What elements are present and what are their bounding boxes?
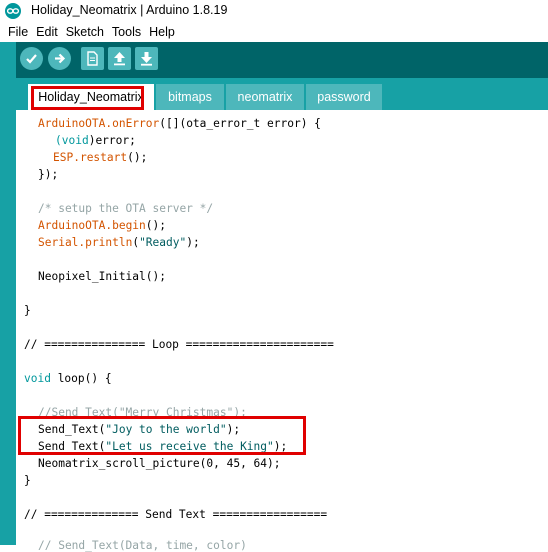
- code-line: // ============== Send Text ============…: [24, 508, 328, 521]
- code-token: println: [85, 236, 133, 249]
- code-token: ArduinoOTA.: [38, 219, 113, 232]
- tab-password[interactable]: password: [306, 84, 382, 110]
- arduino-logo-icon: [5, 3, 21, 19]
- open-sketch-icon: [114, 52, 125, 66]
- tab-label: password: [317, 90, 371, 104]
- code-line: });: [38, 168, 59, 181]
- code-line: // =============== Loop ================…: [24, 338, 334, 351]
- upload-button[interactable]: [48, 47, 71, 70]
- code-editor[interactable]: [16, 110, 548, 545]
- code-token: ();: [145, 219, 166, 232]
- code-token: (: [55, 134, 62, 147]
- code-token: ();: [127, 151, 148, 164]
- code-token: "Joy to the world": [105, 423, 227, 436]
- title-bar: Holiday_Neomatrix | Arduino 1.8.19: [0, 0, 548, 22]
- code-token: );: [186, 236, 200, 249]
- code-line: Neopixel_Initial();: [38, 270, 166, 283]
- menu-file[interactable]: File: [4, 25, 32, 39]
- tab-label: Holiday_Neomatrix: [38, 90, 144, 104]
- verify-icon: [26, 54, 37, 64]
- code-line: Send_Text("Let us receive the King");: [38, 440, 287, 453]
- code-token: void: [61, 134, 89, 147]
- tab-label: neomatrix: [237, 90, 293, 104]
- toolbar: [0, 42, 548, 78]
- new-sketch-icon: [87, 51, 98, 66]
- code-token: ESP.: [53, 151, 80, 164]
- code-line: void loop() {: [24, 372, 112, 385]
- code-comment: // Send_Text(Data, time, color): [38, 539, 247, 552]
- code-token: ([](ota_error_t error) {: [159, 117, 321, 130]
- code-token: ArduinoOTA.: [38, 117, 113, 130]
- code-line: Neomatrix_scroll_picture(0, 45, 64);: [38, 457, 281, 470]
- code-token: restart: [79, 151, 128, 164]
- menu-sketch[interactable]: Sketch: [62, 25, 108, 39]
- editor-left-gutter: [0, 78, 16, 545]
- menu-tools[interactable]: Tools: [108, 25, 145, 39]
- code-comment: //Send_Text("Merry Christmas");: [38, 406, 247, 419]
- upload-icon: [55, 53, 66, 64]
- tab-strip: Holiday_Neomatrix bitmaps neomatrix pass…: [0, 78, 548, 110]
- window-title: Holiday_Neomatrix | Arduino 1.8.19: [31, 3, 228, 17]
- verify-button[interactable]: [20, 47, 43, 70]
- code-line: ESP.restart();: [53, 151, 147, 164]
- code-token: );: [273, 440, 288, 453]
- code-token: onError: [112, 117, 160, 130]
- code-token: Send_Text(: [38, 423, 106, 436]
- code-line: ArduinoOTA.onError([](ota_error_t error)…: [38, 117, 321, 130]
- code-token: Serial.: [38, 236, 86, 249]
- code-line: ArduinoOTA.begin();: [38, 219, 166, 232]
- code-token: )error;: [88, 134, 136, 147]
- code-token: "Ready": [139, 236, 187, 249]
- tab-bitmaps[interactable]: bitmaps: [156, 84, 224, 110]
- code-line: (void)error;: [55, 134, 136, 147]
- code-token: void: [24, 372, 51, 385]
- code-line: Serial.println("Ready");: [38, 236, 200, 249]
- tab-label: bitmaps: [168, 90, 212, 104]
- code-token: loop() {: [50, 372, 112, 385]
- code-token: "Let us receive the King": [105, 440, 274, 453]
- code-token: begin: [112, 219, 146, 232]
- menu-help[interactable]: Help: [145, 25, 179, 39]
- menu-edit[interactable]: Edit: [32, 25, 62, 39]
- code-line: Send_Text("Joy to the world");: [38, 423, 240, 436]
- save-sketch-button[interactable]: [135, 47, 158, 70]
- code-token: );: [226, 423, 241, 436]
- save-sketch-icon: [141, 52, 152, 66]
- code-comment: /* setup the OTA server */: [38, 202, 214, 215]
- new-sketch-button[interactable]: [81, 47, 104, 70]
- menu-bar: File Edit Sketch Tools Help: [0, 22, 548, 42]
- tab-holiday-neomatrix[interactable]: Holiday_Neomatrix: [28, 84, 154, 110]
- open-sketch-button[interactable]: [108, 47, 131, 70]
- tab-neomatrix[interactable]: neomatrix: [226, 84, 304, 110]
- code-line: }: [24, 474, 31, 487]
- code-line: }: [24, 304, 31, 317]
- code-token: Send_Text(: [38, 440, 106, 453]
